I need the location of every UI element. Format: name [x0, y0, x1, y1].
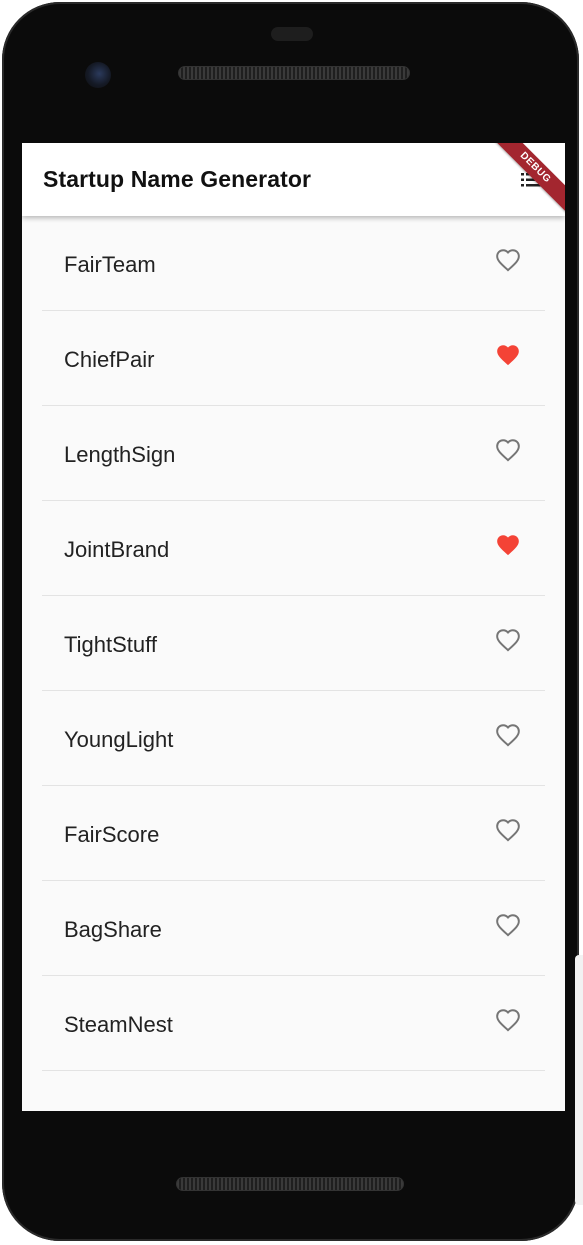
favorite-border-icon[interactable] [494, 817, 522, 843]
suggestion-name: FairScore [64, 822, 160, 847]
front-camera [85, 62, 111, 88]
app-title: Startup Name Generator [43, 166, 312, 192]
suggestion-name: TightStuff [64, 632, 157, 657]
favorite-border-icon[interactable] [494, 912, 522, 938]
favorite-border-icon[interactable] [494, 722, 522, 748]
suggestion-name: YoungLight [64, 727, 174, 752]
suggestion-list: FairTeam ChiefPair LengthSign JointBrand Tig… [22, 216, 565, 1071]
suggestion-name: BagShare [64, 917, 162, 942]
list-item[interactable]: LengthSign [22, 406, 565, 501]
top-speaker-grille [178, 66, 410, 80]
suggestion-name: JointBrand [64, 537, 170, 562]
favorite-filled-icon[interactable] [494, 342, 522, 368]
side-panel-edge [575, 955, 583, 1205]
list-divider [42, 1070, 545, 1071]
phone-frame: Startup Name Generator DEBUG FairTeam Chi… [2, 2, 579, 1241]
favorite-border-icon[interactable] [494, 1007, 522, 1033]
list-item[interactable]: FairTeam [22, 216, 565, 311]
suggestion-name: SteamNest [64, 1012, 173, 1037]
list-item[interactable]: TightStuff [22, 596, 565, 691]
favorite-border-icon[interactable] [494, 437, 522, 463]
app-screen: Startup Name Generator DEBUG FairTeam Chi… [22, 143, 565, 1111]
list-item[interactable]: FairScore [22, 786, 565, 881]
favorite-border-icon[interactable] [494, 247, 522, 273]
favorite-border-icon[interactable] [494, 627, 522, 653]
suggestion-name: FairTeam [64, 252, 156, 277]
list-item[interactable]: ChiefPair [22, 311, 565, 406]
list-item[interactable]: YoungLight [22, 691, 565, 786]
list-item[interactable]: BagShare [22, 881, 565, 976]
earpiece [271, 27, 313, 41]
favorite-filled-icon[interactable] [494, 532, 522, 558]
list-item[interactable]: SteamNest [22, 976, 565, 1071]
suggestion-name: ChiefPair [64, 347, 155, 372]
bottom-speaker-grille [176, 1177, 404, 1191]
list-item[interactable]: JointBrand [22, 501, 565, 596]
app-bar: Startup Name Generator DEBUG [22, 143, 565, 217]
suggestion-name: LengthSign [64, 442, 176, 467]
